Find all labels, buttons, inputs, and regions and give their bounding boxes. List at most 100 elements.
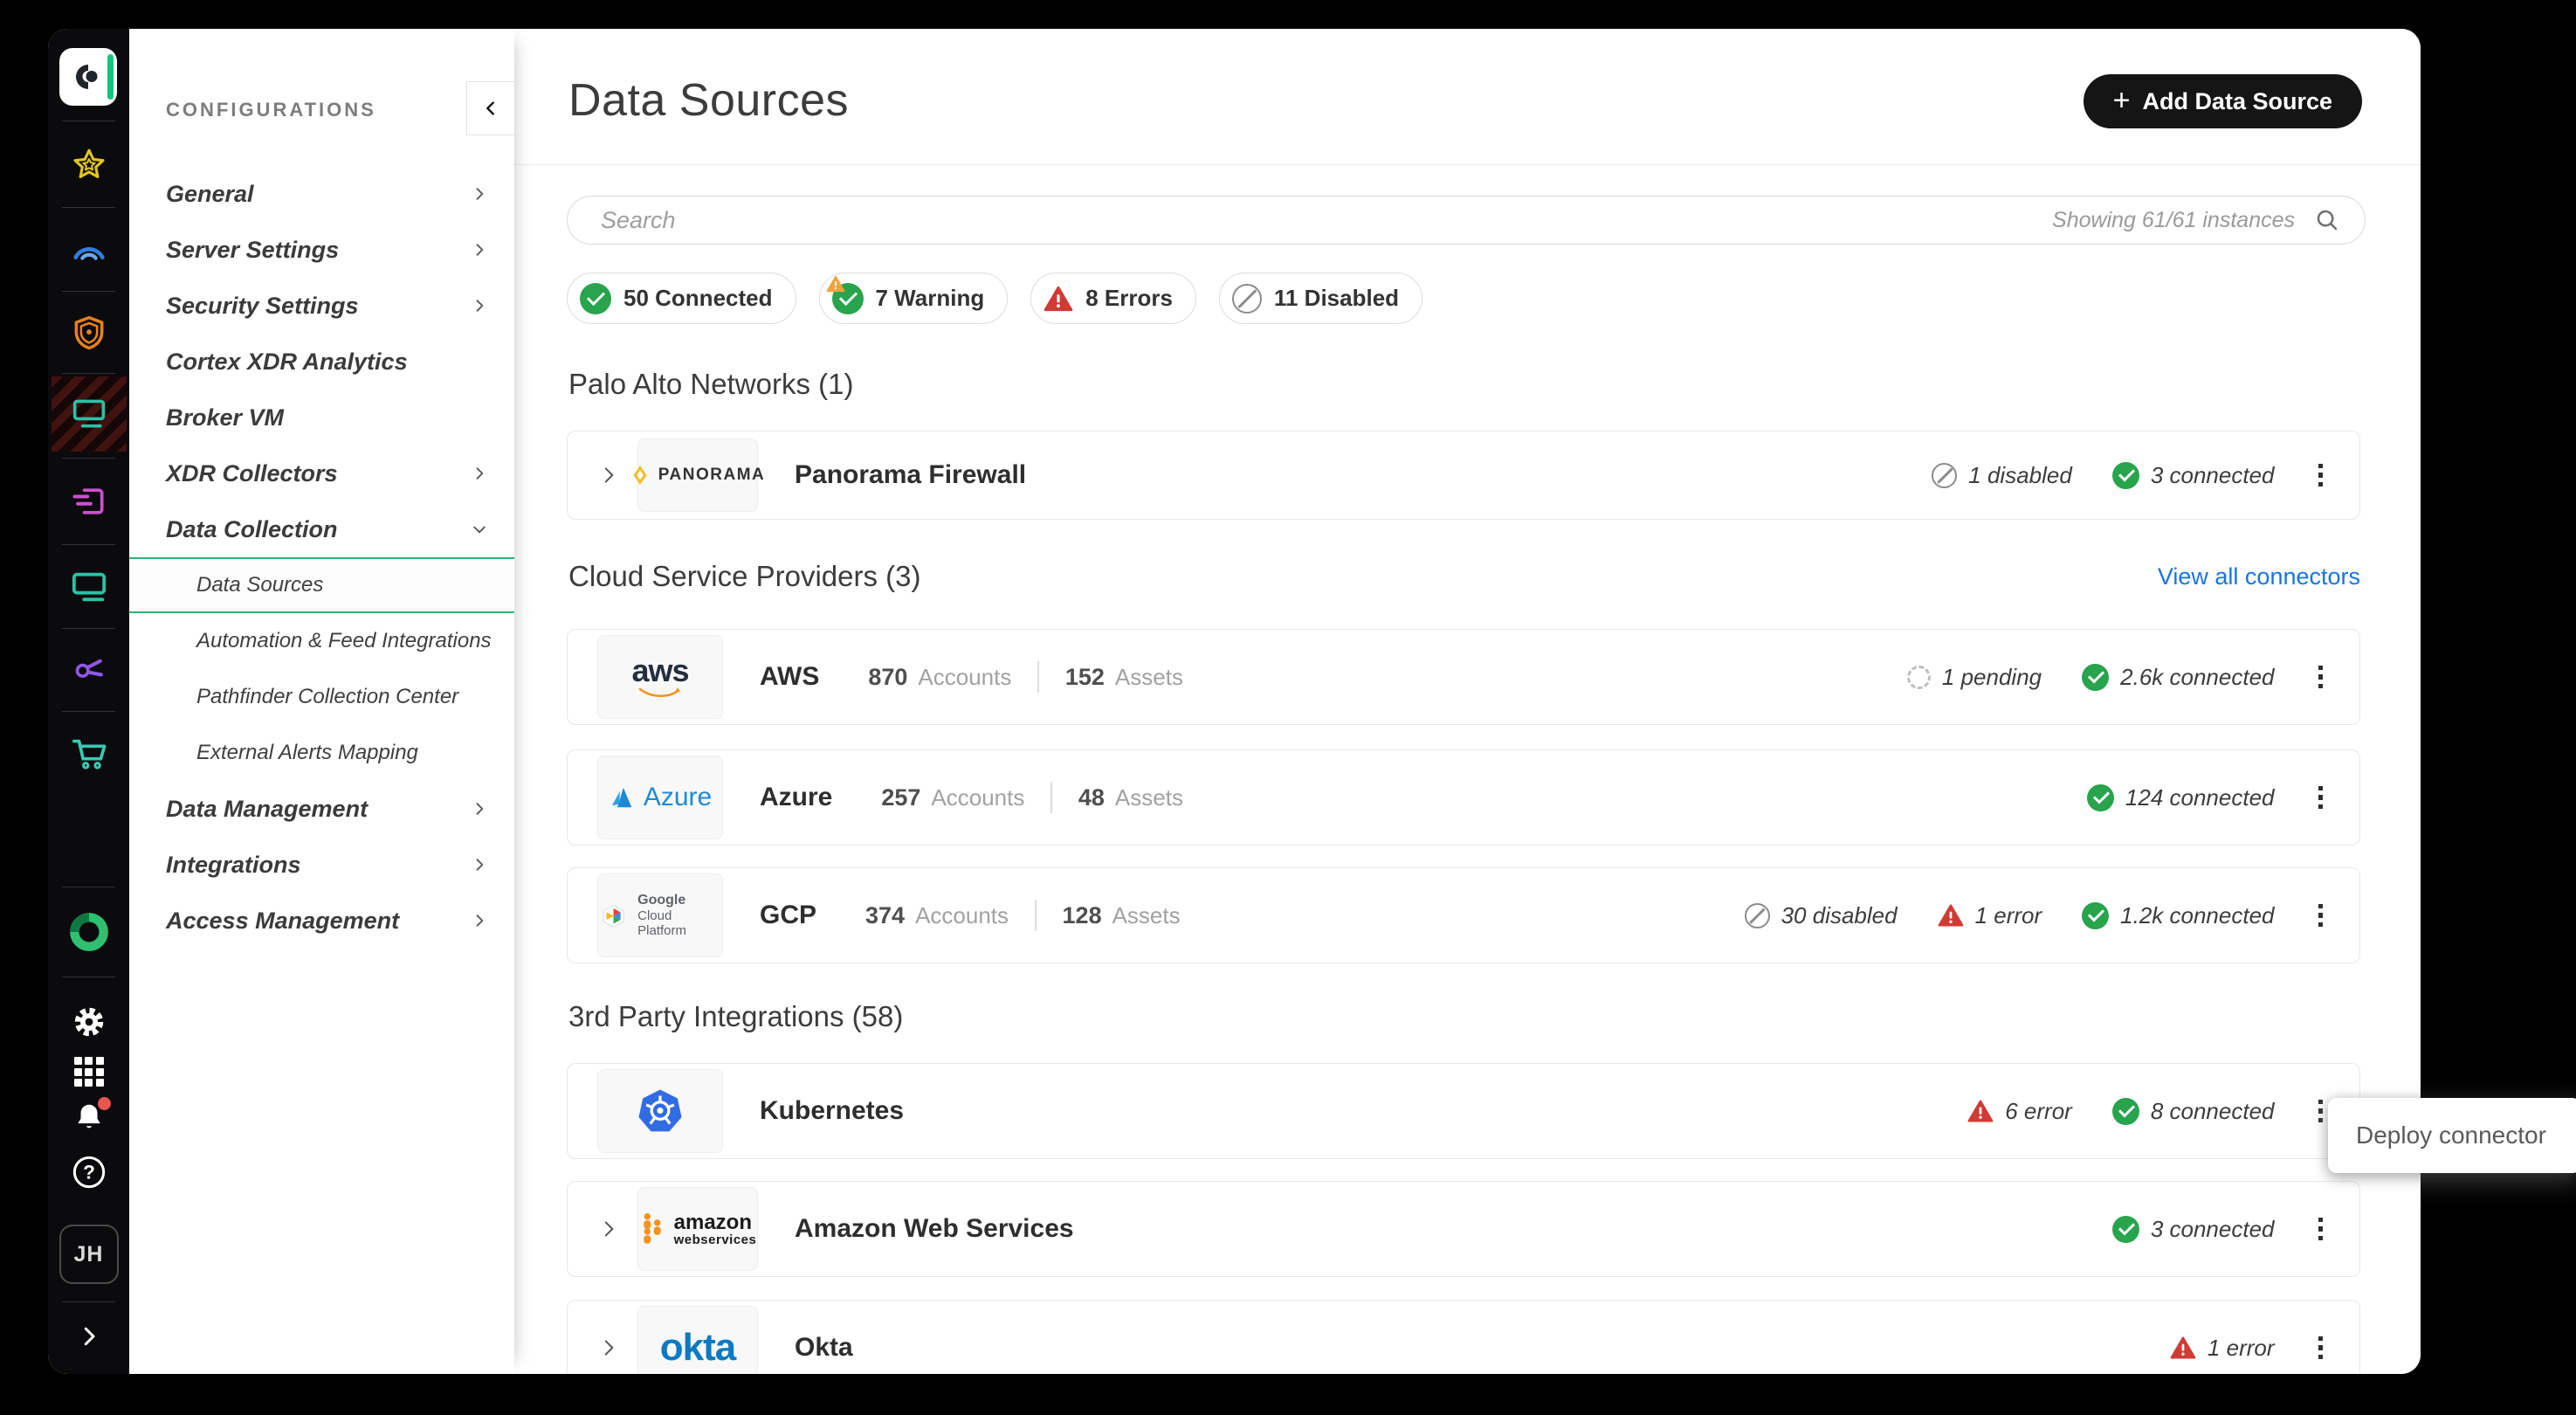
ring-logo-icon	[67, 910, 111, 954]
sidebar-item-integrations[interactable]: Integrations	[129, 837, 514, 893]
status-connected: 2.6k connected	[2082, 664, 2274, 691]
warning-triangle-icon	[826, 275, 845, 293]
row-metrics: 257 Accounts 48 Assets	[881, 782, 1183, 813]
row-menu-kebab[interactable]	[2313, 781, 2329, 815]
status-connected: 3 connected	[2112, 462, 2275, 489]
page-title: Data Sources	[568, 74, 849, 127]
rail-item-help[interactable]: ?	[48, 1151, 129, 1193]
row-title: Azure	[760, 783, 832, 812]
sidebar-item-data-management[interactable]: Data Management	[129, 781, 514, 837]
rail-item-screen[interactable]	[48, 563, 129, 611]
rail-item-favorites[interactable]	[48, 141, 129, 190]
status-disabled: 1 disabled	[1932, 462, 2072, 489]
star-icon	[70, 146, 108, 184]
filter-chip-connected[interactable]: 50 Connected	[567, 273, 796, 324]
app-window: ? JH CONFIGURATIONS General Serve	[48, 29, 2421, 1374]
cortex-logo[interactable]	[59, 48, 117, 106]
sidebar-item-pathfinder-collection-center[interactable]: Pathfinder Collection Center	[129, 669, 514, 725]
google-cloud-icon	[598, 902, 629, 928]
filter-chip-disabled[interactable]: 11 Disabled	[1219, 273, 1422, 324]
rail-divider	[62, 628, 115, 629]
rail-expand-button[interactable]	[48, 1315, 129, 1358]
svg-text:?: ?	[83, 1162, 95, 1184]
sidebar-collapse-button[interactable]	[466, 81, 515, 135]
sidebar-item-xdr-collectors[interactable]: XDR Collectors	[129, 445, 514, 501]
cortex-logo-glyph	[71, 59, 106, 94]
sidebar-item-access-management[interactable]: Access Management	[129, 893, 514, 949]
filter-chip-warning[interactable]: 7 Warning	[819, 273, 1009, 324]
cart-icon	[69, 733, 109, 773]
deploy-connector-tooltip[interactable]: Deploy connector	[2328, 1098, 2576, 1173]
bell-icon	[72, 1101, 106, 1138]
rail-item-apps[interactable]	[48, 1051, 129, 1093]
sidebar-item-security-settings[interactable]: Security Settings	[129, 278, 514, 334]
warning-check-icon	[832, 283, 864, 314]
error-triangle-icon	[2170, 1336, 2196, 1360]
sidebar-item-general[interactable]: General	[129, 166, 514, 222]
gcp-logo: Google Cloud Platform	[597, 873, 723, 957]
send-doc-icon	[70, 482, 108, 521]
expand-chevron-icon	[76, 1323, 102, 1349]
rail-item-radar[interactable]	[48, 226, 129, 275]
row-menu-kebab[interactable]	[2313, 899, 2329, 933]
row-kubernetes: Kubernetes 6 error 8 connected	[567, 1063, 2360, 1159]
rail-item-share[interactable]	[48, 645, 129, 694]
row-menu-kebab[interactable]	[2313, 459, 2329, 493]
chevron-right-icon	[471, 297, 488, 314]
kubernetes-logo	[597, 1069, 723, 1153]
sidebar-item-automation-feed-integrations[interactable]: Automation & Feed Integrations	[129, 613, 514, 669]
aws-smile-icon	[637, 687, 683, 699]
row-menu-kebab[interactable]	[2313, 1094, 2329, 1129]
sidebar-title: CONFIGURATIONS	[166, 99, 376, 121]
expand-row-chevron[interactable]	[597, 1218, 637, 1240]
chevron-right-icon	[471, 465, 488, 482]
search-icon[interactable]	[2314, 207, 2340, 233]
rail-item-ring-logo[interactable]	[48, 906, 129, 958]
avatar-initials: JH	[74, 1242, 104, 1267]
view-all-connectors-link[interactable]: View all connectors	[2158, 563, 2360, 590]
sidebar-item-data-collection[interactable]: Data Collection	[129, 501, 514, 557]
expand-row-chevron[interactable]	[597, 1336, 637, 1359]
row-title: Amazon Web Services	[795, 1214, 1074, 1244]
sidebar-item-server-settings[interactable]: Server Settings	[129, 222, 514, 278]
sidebar-menu: General Server Settings Security Setting…	[129, 166, 514, 949]
aws-logo: aws	[597, 635, 723, 719]
chevron-right-icon	[471, 912, 488, 929]
rail-item-terminal[interactable]	[48, 376, 129, 452]
left-icon-rail: ? JH	[48, 29, 129, 1374]
status-connected: 1.2k connected	[2082, 902, 2274, 929]
sidebar-item-external-alerts-mapping[interactable]: External Alerts Mapping	[129, 725, 514, 781]
rail-item-notifications[interactable]	[48, 1098, 129, 1140]
sidebar-item-data-sources[interactable]: Data Sources	[129, 557, 514, 613]
row-menu-kebab[interactable]	[2313, 1331, 2329, 1365]
sidebar-item-cortex-xdr-analytics[interactable]: Cortex XDR Analytics	[129, 334, 514, 390]
connected-check-icon	[580, 283, 611, 314]
error-triangle-icon	[1967, 1099, 1994, 1123]
add-data-source-button[interactable]: + Add Data Source	[2084, 74, 2362, 128]
user-avatar[interactable]: JH	[48, 1226, 129, 1282]
row-menu-kebab[interactable]	[2313, 1212, 2329, 1246]
status-connected: 3 connected	[2112, 1216, 2275, 1243]
rail-divider	[62, 458, 115, 459]
terminal-icon	[70, 397, 108, 431]
section-title-cloud-providers: Cloud Service Providers (3)	[568, 560, 920, 593]
rail-item-forward[interactable]	[48, 477, 129, 526]
row-azure: Azure Azure 257 Accounts 48 Assets 124 c…	[567, 749, 2360, 846]
filter-chip-errors[interactable]: 8 Errors	[1030, 273, 1196, 324]
sidebar-item-broker-vm[interactable]: Broker VM	[129, 390, 514, 445]
rail-item-marketplace[interactable]	[48, 728, 129, 777]
status-disabled: 30 disabled	[1745, 902, 1898, 929]
row-metrics: 374 Accounts 128 Assets	[865, 900, 1181, 931]
okta-logo: okta	[637, 1306, 758, 1374]
row-title: GCP	[760, 901, 816, 930]
status-pending: 1 pending	[1907, 664, 2042, 691]
kubernetes-wheel-icon	[636, 1087, 685, 1135]
azure-logo: Azure	[597, 756, 723, 839]
rail-item-shield[interactable]	[48, 308, 129, 357]
radar-arc-icon	[69, 231, 109, 271]
rail-item-settings[interactable]	[48, 1000, 129, 1044]
row-okta: okta Okta 1 error	[567, 1300, 2360, 1374]
row-menu-kebab[interactable]	[2313, 660, 2329, 694]
row-metrics: 870 Accounts 152 Assets	[868, 661, 1183, 693]
search-input[interactable]	[599, 206, 2052, 235]
